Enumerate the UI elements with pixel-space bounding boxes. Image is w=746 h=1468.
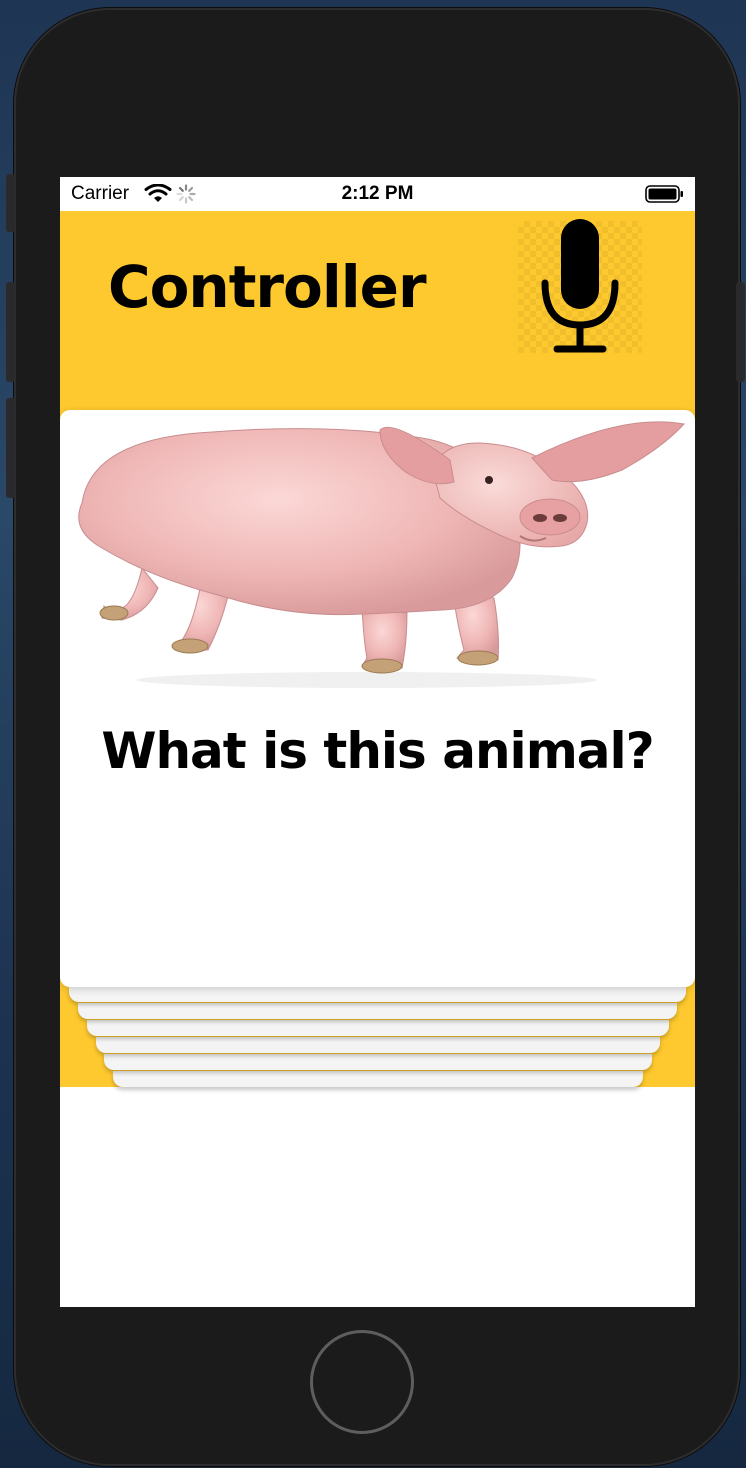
status-bar: Carrier 2:12 PM [60,177,695,211]
stacked-card [69,986,686,1002]
microphone-icon [541,219,619,353]
side-button-power [736,282,745,382]
battery-icon [645,185,683,203]
stacked-card [113,1071,643,1087]
status-time: 2:12 PM [341,183,414,204]
stacked-card [87,1020,669,1036]
side-button-volume-up [6,282,15,382]
question-text: What is this animal? [101,722,654,780]
stacked-card [96,1037,660,1053]
home-button[interactable] [310,1330,414,1434]
stacked-card [78,1003,677,1019]
screen: Carrier 2:12 PM Controller What is this … [60,177,695,1307]
stacked-card [104,1054,652,1070]
flash-card[interactable]: What is this animal? [60,410,695,987]
page-title: Controller [108,253,427,321]
side-button-mute [6,174,15,232]
microphone-button[interactable] [518,219,642,353]
pig-image [78,421,685,688]
side-button-volume-down [6,398,15,498]
